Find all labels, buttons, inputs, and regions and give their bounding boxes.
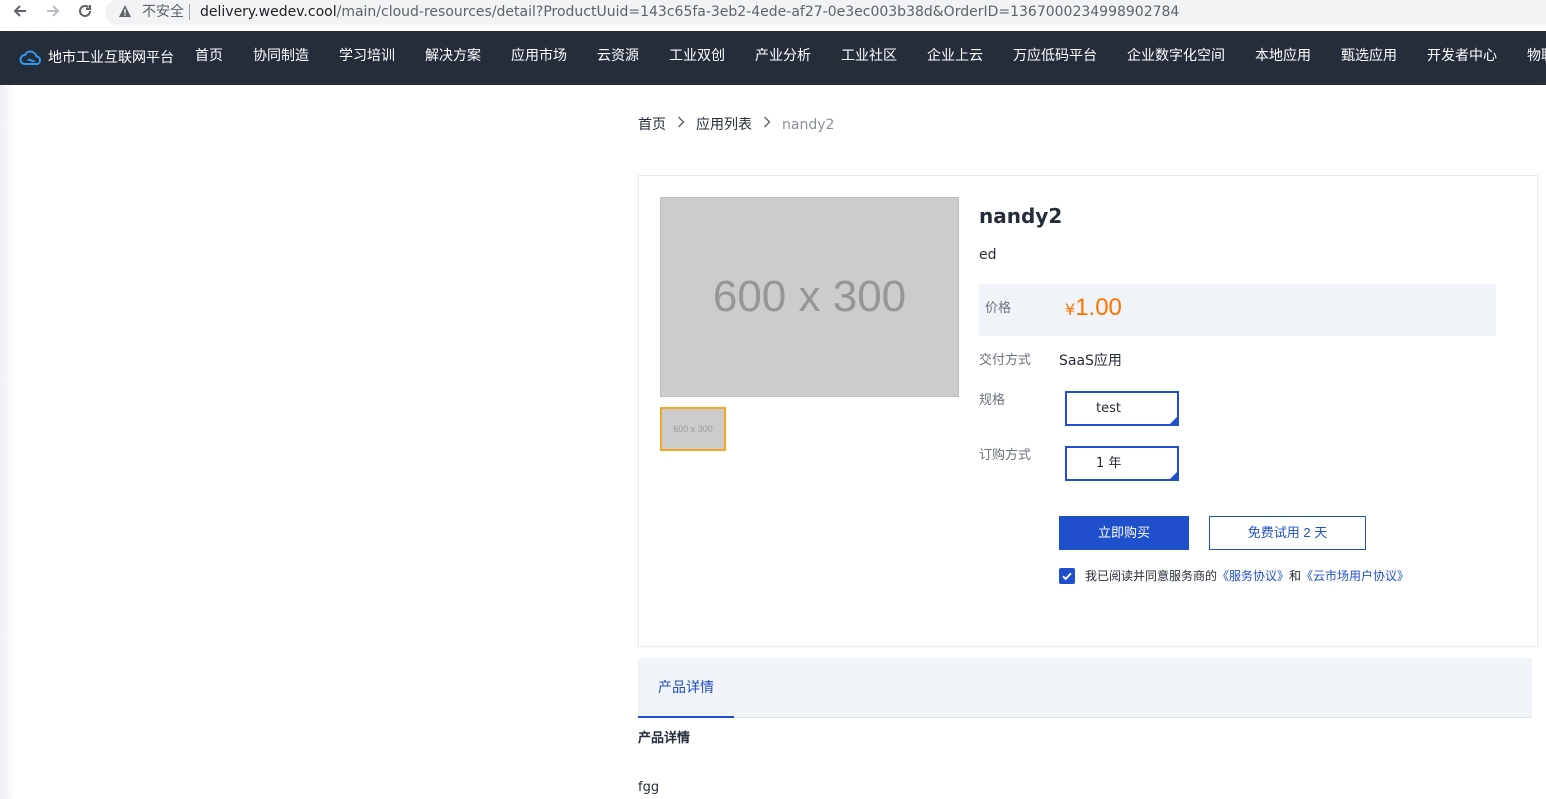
- menu-item-cloud-resources[interactable]: 云资源: [597, 46, 639, 66]
- buy-now-button[interactable]: 立即购买: [1059, 516, 1189, 550]
- selected-corner-icon: [1170, 472, 1177, 479]
- chevron-right-icon: [677, 116, 685, 134]
- product-card: 600 x 300 600 x 300 nandy2 ed 价格 ¥1.00 交…: [638, 175, 1538, 647]
- menu-item-industry-analysis[interactable]: 产业分析: [755, 46, 811, 66]
- agreement-checkbox[interactable]: [1059, 568, 1075, 584]
- checkmark-icon: [1062, 572, 1072, 581]
- product-title: nandy2: [979, 204, 1063, 228]
- selected-corner-icon: [1170, 417, 1177, 424]
- thumbnail-placeholder-text: 600 x 300: [673, 424, 713, 434]
- spec-option-label: test: [1096, 401, 1121, 416]
- breadcrumb-app-list[interactable]: 应用列表: [696, 116, 752, 134]
- tab-product-details-label: 产品详情: [658, 680, 714, 696]
- cloud-logo-icon[interactable]: [19, 50, 43, 66]
- delivery-value: SaaS应用: [1059, 353, 1122, 369]
- menu-item-training[interactable]: 学习培训: [339, 46, 395, 66]
- menu-item-iot[interactable]: 物联: [1527, 46, 1546, 66]
- chevron-right-icon: [763, 116, 771, 134]
- agreement-text: 我已阅读并同意服务商的: [1085, 569, 1218, 583]
- main-menu: 首页 协同制造 学习培训 解决方案 应用市场 云资源 工业双创 产业分析 工业社…: [195, 46, 1546, 66]
- address-bar[interactable]: 不安全 delivery.wedev.cool/main/cloud-resou…: [105, 0, 1546, 25]
- url-text[interactable]: delivery.wedev.cool/main/cloud-resources…: [200, 3, 1179, 21]
- price-label: 价格: [985, 301, 1012, 316]
- insecure-label: 不安全: [142, 4, 184, 20]
- details-body: fgg: [638, 780, 660, 795]
- menu-item-lowcode[interactable]: 万应低码平台: [1013, 46, 1097, 66]
- price-box: 价格 ¥1.00: [979, 284, 1496, 336]
- breadcrumb-home[interactable]: 首页: [638, 116, 666, 134]
- forward-arrow-icon[interactable]: [42, 3, 64, 25]
- price-value: ¥1.00: [1065, 294, 1122, 322]
- url-path: /main/cloud-resources/detail?ProductUuid…: [336, 4, 1180, 20]
- spec-label: 规格: [979, 393, 1006, 408]
- url-divider: [189, 4, 190, 20]
- currency-symbol: ¥: [1065, 300, 1076, 319]
- browser-toolbar: 不安全 delivery.wedev.cool/main/cloud-resou…: [0, 0, 1546, 30]
- product-main-image: 600 x 300: [660, 197, 959, 397]
- warning-icon[interactable]: [118, 4, 132, 18]
- top-navigation: 地市工业互联网平台 首页 协同制造 学习培训 解决方案 应用市场 云资源 工业双…: [0, 31, 1546, 85]
- order-option-1-year[interactable]: 1 年: [1065, 446, 1179, 481]
- url-host: delivery.wedev.cool: [200, 4, 337, 20]
- menu-item-industrial-innovation[interactable]: 工业双创: [669, 46, 725, 66]
- menu-item-solutions[interactable]: 解决方案: [425, 46, 481, 66]
- menu-item-local-apps[interactable]: 本地应用: [1255, 46, 1311, 66]
- order-method-label: 订购方式: [979, 448, 1032, 463]
- order-option-label: 1 年: [1096, 456, 1122, 471]
- market-agreement-link[interactable]: 《云市场用户协议》: [1301, 568, 1409, 584]
- service-agreement-link[interactable]: 《服务协议》: [1217, 568, 1289, 584]
- menu-item-enterprise-cloud[interactable]: 企业上云: [927, 46, 983, 66]
- free-trial-button[interactable]: 免费试用 2 天: [1209, 516, 1366, 550]
- product-description: ed: [979, 247, 997, 263]
- breadcrumb: 首页 应用列表 nandy2: [638, 116, 834, 134]
- details-heading: 产品详情: [638, 731, 691, 746]
- breadcrumb-current: nandy2: [782, 117, 835, 133]
- price-amount: 1.00: [1075, 294, 1122, 321]
- spec-option-test[interactable]: test: [1065, 391, 1179, 426]
- reload-icon[interactable]: [74, 3, 96, 25]
- menu-item-collab-manufacturing[interactable]: 协同制造: [253, 46, 309, 66]
- menu-item-selected-apps[interactable]: 甄选应用: [1341, 46, 1397, 66]
- agreement-row: 我已阅读并同意服务商的 《服务协议》 和 《云市场用户协议》: [1059, 568, 1409, 584]
- menu-item-digital-space[interactable]: 企业数字化空间: [1127, 46, 1225, 66]
- agreement-and: 和: [1289, 569, 1302, 583]
- delivery-label: 交付方式: [979, 353, 1032, 368]
- menu-item-developer-center[interactable]: 开发者中心: [1427, 46, 1497, 66]
- image-placeholder-text: 600 x 300: [712, 272, 907, 321]
- product-thumbnail[interactable]: 600 x 300: [660, 407, 726, 451]
- menu-item-app-market[interactable]: 应用市场: [511, 46, 567, 66]
- details-tab-bar: 产品详情: [638, 658, 1532, 718]
- platform-name[interactable]: 地市工业互联网平台: [48, 48, 174, 68]
- tab-product-details[interactable]: 产品详情: [638, 658, 734, 718]
- back-arrow-icon[interactable]: [9, 3, 31, 25]
- menu-item-home[interactable]: 首页: [195, 46, 223, 66]
- left-gutter: [0, 85, 16, 799]
- menu-item-community[interactable]: 工业社区: [841, 46, 897, 66]
